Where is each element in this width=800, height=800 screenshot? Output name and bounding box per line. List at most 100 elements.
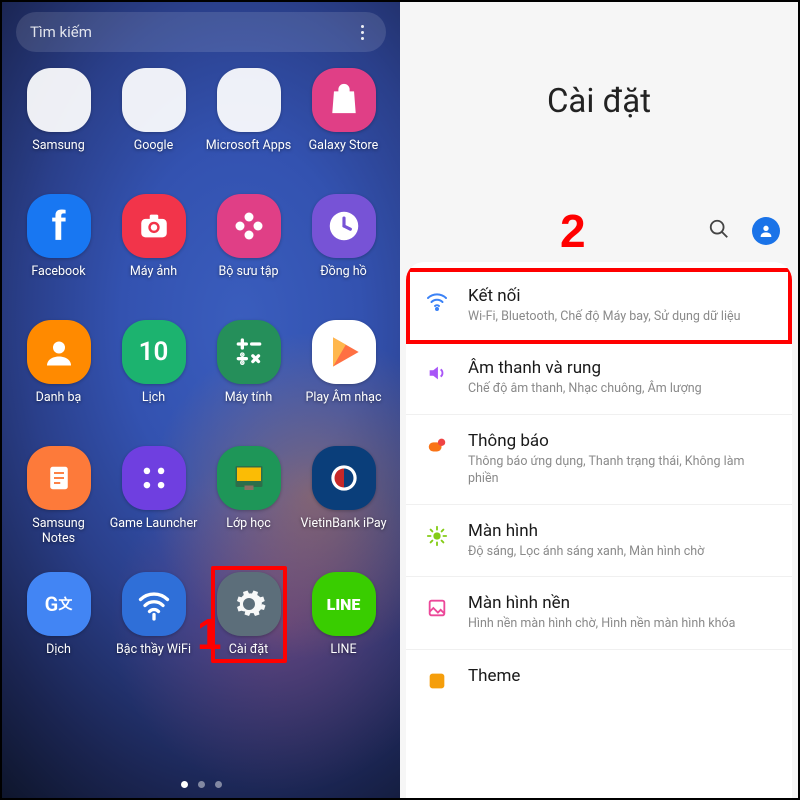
app-label: Microsoft Apps — [206, 138, 292, 153]
class-icon — [217, 446, 281, 510]
folder-icon — [217, 68, 281, 132]
line-icon: LINE — [312, 572, 376, 636]
app-đồng-hồ[interactable]: Đồng hồ — [297, 194, 390, 312]
app-microsoft-apps[interactable]: Microsoft Apps — [202, 68, 295, 186]
search-icon[interactable] — [708, 218, 730, 244]
app-danh-bạ[interactable]: Danh bạ — [12, 320, 105, 438]
setting-desc: Chế độ âm thanh, Nhạc chuông, Âm lượng — [468, 381, 774, 398]
annotation-highlight-1: Cài đặt — [211, 566, 287, 663]
setting-title: Theme — [468, 666, 774, 686]
settings-list: Kết nối Wi-Fi, Bluetooth, Chế độ Máy bay,… — [406, 262, 792, 798]
setting-title: Màn hình — [468, 521, 774, 541]
folder-icon — [122, 68, 186, 132]
bag-icon — [312, 68, 376, 132]
clock-icon — [312, 194, 376, 258]
app-label: Máy tính — [225, 390, 273, 405]
flower-icon — [217, 194, 281, 258]
search-bar[interactable]: Tìm kiếm — [16, 12, 386, 52]
app-samsung[interactable]: Samsung — [12, 68, 105, 186]
setting-desc: Độ sáng, Lọc ánh sáng xanh, Màn hình chờ — [468, 544, 774, 561]
theme-icon — [424, 668, 450, 694]
app-label: Game Launcher — [110, 516, 198, 531]
app-label: Đồng hồ — [320, 264, 367, 279]
app-line[interactable]: LINELINE — [297, 572, 390, 690]
app-label: Dịch — [46, 642, 71, 657]
settings-header: Cài đặt — [400, 2, 798, 200]
setting-desc: Thông báo ứng dụng, Thanh trạng thái, Kh… — [468, 454, 774, 488]
fb-icon: f — [27, 194, 91, 258]
app-samsung-notes[interactable]: Samsung Notes — [12, 446, 105, 564]
app-vietinbank-ipay[interactable]: VietinBank iPay — [297, 446, 390, 564]
wallpaper-icon — [424, 595, 450, 621]
setting-item-sound[interactable]: Âm thanh và rung Chế độ âm thanh, Nhạc ch… — [406, 342, 792, 415]
app-facebook[interactable]: f Facebook — [12, 194, 105, 312]
sound-icon — [424, 360, 450, 386]
app-label: Lịch — [142, 390, 165, 405]
setting-desc: Wi-Fi, Bluetooth, Chế độ Máy bay, Sử dụn… — [468, 309, 774, 326]
app-google[interactable]: Google — [107, 68, 200, 186]
app-lớp-học[interactable]: Lớp học — [202, 446, 295, 564]
app-play-âm-nhạc[interactable]: Play Âm nhạc — [297, 320, 390, 438]
setting-title: Kết nối — [468, 286, 774, 306]
app-label: Danh bạ — [36, 390, 82, 405]
app-label: Samsung — [32, 138, 84, 153]
home-screen: Tìm kiếm Samsung Google Microsoft Apps Gala… — [2, 2, 400, 798]
calc-icon — [217, 320, 281, 384]
wifim-icon — [122, 572, 186, 636]
notes-icon — [27, 446, 91, 510]
setting-item-wifi[interactable]: Kết nối Wi-Fi, Bluetooth, Chế độ Máy bay,… — [406, 268, 792, 344]
settings-toolbar: 2 — [400, 200, 798, 262]
vtb-icon — [312, 446, 376, 510]
app-máy-ảnh[interactable]: Máy ảnh — [107, 194, 200, 312]
app-bậc-thầy-wifi[interactable]: Bậc thầy WiFi — [107, 572, 200, 690]
app-label: Play Âm nhạc — [306, 390, 382, 405]
app-game-launcher[interactable]: Game Launcher — [107, 446, 200, 564]
contact-icon — [27, 320, 91, 384]
setting-item-theme[interactable]: Theme — [406, 650, 792, 710]
folder-icon — [27, 68, 91, 132]
playmusic-icon — [312, 320, 376, 384]
translate-icon: G文 — [27, 572, 91, 636]
setting-text: Theme — [468, 666, 774, 689]
gear-icon — [217, 572, 281, 636]
setting-text: Màn hình nền Hình nền màn hình chờ, Hình … — [468, 593, 774, 633]
app-label: Bộ sưu tập — [218, 264, 278, 279]
wifi-icon — [424, 288, 450, 314]
more-options-icon[interactable] — [352, 25, 372, 40]
app-dịch[interactable]: G文 Dịch — [12, 572, 105, 690]
notif-icon — [424, 433, 450, 459]
app-label: Samsung Notes — [15, 516, 103, 546]
account-avatar-icon[interactable] — [752, 217, 780, 245]
app-label: Galaxy Store — [309, 138, 379, 153]
annotation-step-2: 2 — [560, 204, 586, 258]
app-label: Google — [134, 138, 173, 153]
setting-desc: Hình nền màn hình chờ, Hình nền màn hình… — [468, 616, 774, 633]
setting-text: Âm thanh và rung Chế độ âm thanh, Nhạc ch… — [468, 358, 774, 398]
search-placeholder: Tìm kiếm — [30, 23, 352, 41]
display-icon — [424, 523, 450, 549]
page-title: Cài đặt — [547, 82, 651, 121]
setting-text: Thông báo Thông báo ứng dụng, Thanh trạng… — [468, 431, 774, 488]
app-label: Cài đặt — [229, 642, 268, 657]
game-icon — [122, 446, 186, 510]
setting-item-notif[interactable]: Thông báo Thông báo ứng dụng, Thanh trạng… — [406, 415, 792, 505]
setting-title: Thông báo — [468, 431, 774, 451]
annotation-step-1: 1 — [197, 610, 221, 660]
app-lịch[interactable]: 10Lịch — [107, 320, 200, 438]
app-bộ-sưu-tập[interactable]: Bộ sưu tập — [202, 194, 295, 312]
app-máy-tính[interactable]: Máy tính — [202, 320, 295, 438]
app-galaxy-store[interactable]: Galaxy Store — [297, 68, 390, 186]
app-label: VietinBank iPay — [300, 516, 386, 531]
app-label: Bậc thầy WiFi — [116, 642, 191, 657]
settings-screen: Cài đặt 2 Kết nối Wi-Fi, Bluetooth, Chế đ… — [400, 2, 798, 798]
setting-title: Màn hình nền — [468, 593, 774, 613]
setting-title: Âm thanh và rung — [468, 358, 774, 378]
page-indicator[interactable] — [2, 781, 400, 788]
setting-text: Kết nối Wi-Fi, Bluetooth, Chế độ Máy bay,… — [468, 286, 774, 326]
app-label: Máy ảnh — [130, 264, 177, 279]
setting-item-display[interactable]: Màn hình Độ sáng, Lọc ánh sáng xanh, Màn … — [406, 505, 792, 578]
app-label: Facebook — [31, 264, 85, 279]
app-label: Lớp học — [226, 516, 271, 531]
setting-item-wallpaper[interactable]: Màn hình nền Hình nền màn hình chờ, Hình … — [406, 577, 792, 650]
app-grid: Samsung Google Microsoft Apps Galaxy Store f… — [2, 58, 400, 690]
